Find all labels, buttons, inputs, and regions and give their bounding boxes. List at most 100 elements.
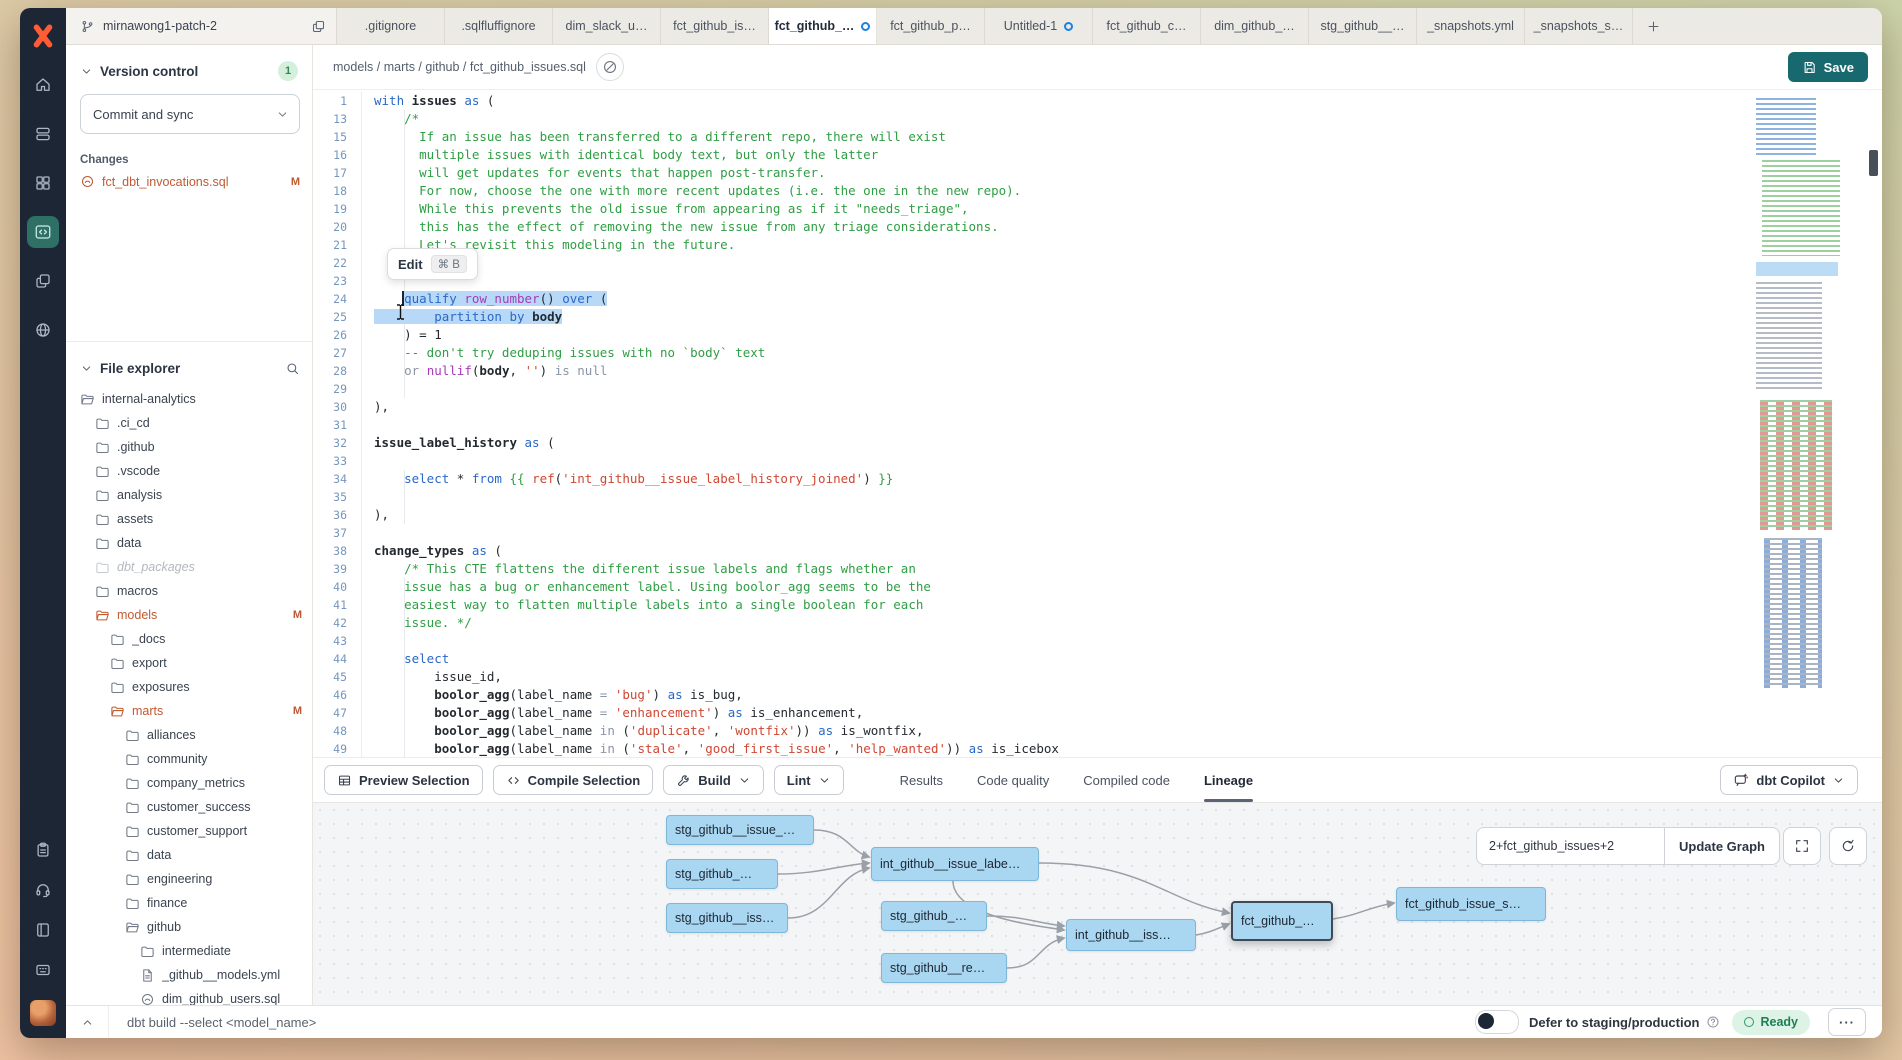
build-button[interactable]: Build <box>663 765 764 795</box>
tree-item-customer_support[interactable]: customer_support <box>66 819 312 843</box>
code-line[interactable]: boolor_agg(label_name in ('stale', 'good… <box>361 740 1059 757</box>
tree-item-dim_github_users.sql[interactable]: dim_github_users.sql <box>66 987 312 1005</box>
rail-item-grid[interactable] <box>27 167 59 199</box>
tree-item-_docs[interactable]: _docs <box>66 627 312 651</box>
code-line[interactable]: multiple issues with identical body text… <box>361 146 878 164</box>
panel-tab-results[interactable]: Results <box>900 758 943 802</box>
rail-item-windows[interactable] <box>27 265 59 297</box>
code-line[interactable]: select <box>361 650 449 668</box>
edit-popup[interactable]: Edit ⌘ B <box>387 248 478 280</box>
copy-icon[interactable] <box>311 19 326 34</box>
file-explorer-header[interactable]: File explorer <box>66 345 312 376</box>
tab-_snapshots.yml[interactable]: _snapshots.yml <box>1417 8 1525 44</box>
tab-fct_github_c[interactable]: fct_github_c… <box>1093 8 1201 44</box>
dbt-copilot-button[interactable]: dbt Copilot <box>1720 765 1858 795</box>
tree-item-alliances[interactable]: alliances <box>66 723 312 747</box>
tree-item-exposures[interactable]: exposures <box>66 675 312 699</box>
tree-item-macros[interactable]: macros <box>66 579 312 603</box>
code-line[interactable]: with issues as ( <box>361 92 494 110</box>
tree-item-analysis[interactable]: analysis <box>66 483 312 507</box>
tree-item-models[interactable]: modelsM <box>66 603 312 627</box>
view-docs-icon[interactable] <box>596 53 624 81</box>
tree-item-.vscode[interactable]: .vscode <box>66 459 312 483</box>
tree-item-engineering[interactable]: engineering <box>66 867 312 891</box>
save-button[interactable]: Save <box>1788 52 1868 82</box>
code-line[interactable]: boolor_agg(label_name = 'enhancement') a… <box>361 704 863 722</box>
rail-item-stack[interactable] <box>27 118 59 150</box>
code-line[interactable]: will get updates for events that happen … <box>361 164 826 182</box>
tree-item-.ci_cd[interactable]: .ci_cd <box>66 411 312 435</box>
code-line[interactable]: /* <box>361 110 419 128</box>
code-editor[interactable]: 1with issues as (13 /*15 If an issue has… <box>313 90 1882 757</box>
panel-tab-compiled-code[interactable]: Compiled code <box>1083 758 1170 802</box>
code-line[interactable]: ) = 1 <box>361 326 442 344</box>
tree-item-export[interactable]: export <box>66 651 312 675</box>
code-line[interactable]: change_types as ( <box>361 542 502 560</box>
panel-tab-lineage[interactable]: Lineage <box>1204 758 1253 802</box>
tree-item-marts[interactable]: martsM <box>66 699 312 723</box>
tree-item-github[interactable]: github <box>66 915 312 939</box>
tab-.sqlfluffignore[interactable]: .sqlfluffignore <box>445 8 553 44</box>
code-line[interactable]: boolor_agg(label_name = 'bug') as is_bug… <box>361 686 743 704</box>
tree-item-data[interactable]: data <box>66 531 312 555</box>
code-line[interactable]: ), <box>361 398 389 416</box>
collapse-panel-button[interactable] <box>66 1006 109 1038</box>
code-line[interactable]: or nullif(body, '') is null <box>361 362 607 380</box>
code-line[interactable]: ), <box>361 506 389 524</box>
code-line[interactable]: issue_id, <box>361 668 502 686</box>
editor-scrollbar[interactable] <box>1868 90 1880 757</box>
lineage-node-stg_github_[interactable]: stg_github_… <box>881 901 987 931</box>
branch-tab[interactable]: mirnawong1-patch-2 <box>66 8 337 44</box>
code-line[interactable]: While this prevents the old issue from a… <box>361 200 969 218</box>
rail-item-globe[interactable] <box>27 314 59 346</box>
panel-tab-code-quality[interactable]: Code quality <box>977 758 1049 802</box>
tree-item-internal-analytics[interactable]: internal-analytics <box>66 387 312 411</box>
tab-dim_slack_u[interactable]: dim_slack_u… <box>553 8 661 44</box>
tab-fct_github_p[interactable]: fct_github_p… <box>877 8 985 44</box>
code-line[interactable]: For now, choose the one with more recent… <box>361 182 1021 200</box>
rail-item-dbt-logo[interactable] <box>27 20 59 52</box>
defer-toggle[interactable] <box>1475 1010 1519 1034</box>
code-line[interactable]: this has the effect of removing the new … <box>361 218 999 236</box>
code-line[interactable]: /* This CTE flattens the different issue… <box>361 560 916 578</box>
rail-item-clipboard[interactable] <box>27 834 59 866</box>
code-line[interactable] <box>361 488 374 506</box>
code-line[interactable]: select * from {{ ref('int_github__issue_… <box>361 470 893 488</box>
tree-item-community[interactable]: community <box>66 747 312 771</box>
code-line[interactable] <box>361 254 374 272</box>
compile-selection-button[interactable]: Compile Selection <box>493 765 654 795</box>
preview-selection-button[interactable]: Preview Selection <box>324 765 483 795</box>
search-icon[interactable] <box>285 361 300 376</box>
update-graph-button[interactable]: Update Graph <box>1664 827 1780 865</box>
code-line[interactable]: easiest way to flatten multiple labels i… <box>361 596 923 614</box>
rail-item-shortcuts[interactable] <box>27 954 59 986</box>
changed-file[interactable]: fct_dbt_invocations.sqlM <box>80 174 300 189</box>
tab-stg_github__[interactable]: stg_github__… <box>1309 8 1417 44</box>
code-line[interactable] <box>361 416 374 434</box>
code-line[interactable]: If an issue has been transferred to a di… <box>361 128 946 146</box>
code-line[interactable] <box>361 632 374 650</box>
rail-item-headset[interactable] <box>27 874 59 906</box>
code-line[interactable] <box>361 272 374 290</box>
code-line[interactable] <box>361 380 374 398</box>
lineage-node-stg_github__issue_[interactable]: stg_github__issue_… <box>666 815 814 845</box>
rail-item-book[interactable] <box>27 914 59 946</box>
code-line[interactable]: -- don't try deduping issues with no `bo… <box>361 344 765 362</box>
code-line[interactable]: partition by body <box>361 308 562 326</box>
code-line[interactable]: boolor_agg(label_name in ('duplicate', '… <box>361 722 923 740</box>
tree-item-dbt_packages[interactable]: dbt_packages <box>66 555 312 579</box>
new-tab-button[interactable] <box>1633 8 1673 44</box>
fullscreen-button[interactable] <box>1783 827 1821 865</box>
user-avatar[interactable] <box>30 1000 56 1026</box>
refresh-graph-button[interactable] <box>1829 827 1867 865</box>
tab-Untitled-1[interactable]: Untitled-1 <box>985 8 1093 44</box>
lineage-node-fct_github_issue_s[interactable]: fct_github_issue_s… <box>1396 887 1546 921</box>
tree-item-finance[interactable]: finance <box>66 891 312 915</box>
lineage-node-stg_github_[interactable]: stg_github_… <box>666 859 778 889</box>
code-line[interactable] <box>361 524 374 542</box>
rail-item-ide[interactable] <box>27 216 59 248</box>
lineage-filter-input[interactable]: 2+fct_github_issues+2 <box>1476 827 1664 865</box>
minimap[interactable] <box>1752 94 1848 694</box>
code-line[interactable]: issue. */ <box>361 614 472 632</box>
rail-item-home[interactable] <box>27 69 59 101</box>
